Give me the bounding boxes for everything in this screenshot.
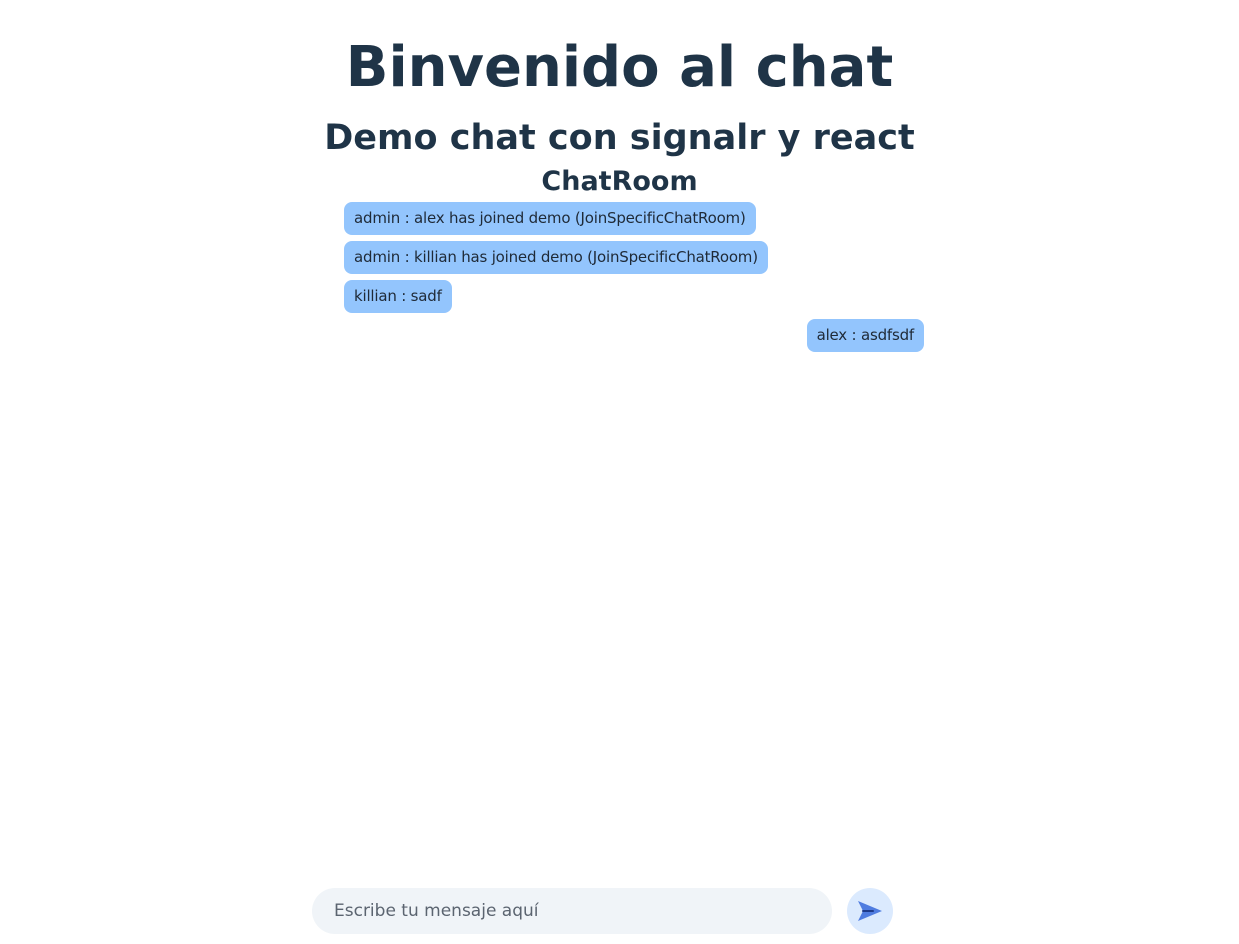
- message-composer: [312, 888, 893, 934]
- message-bubble: admin : alex has joined demo (JoinSpecif…: [344, 202, 756, 235]
- message-bubble: killian : sadf: [344, 280, 452, 313]
- message-bubble: admin : killian has joined demo (JoinSpe…: [344, 241, 768, 274]
- message-row: admin : killian has joined demo (JoinSpe…: [344, 241, 924, 274]
- message-bubble-own: alex : asdfsdf: [806, 319, 924, 352]
- message-row: killian : sadf: [344, 280, 924, 313]
- chat-room-title: ChatRoom: [541, 166, 698, 197]
- message-input[interactable]: [312, 888, 832, 934]
- chat-page: Binvenido al chat Demo chat con signalr …: [0, 0, 1239, 944]
- page-title: Binvenido al chat: [345, 35, 894, 100]
- message-row-own: alex : asdfsdf: [344, 319, 924, 352]
- message-row: admin : alex has joined demo (JoinSpecif…: [344, 202, 924, 235]
- message-list: admin : alex has joined demo (JoinSpecif…: [344, 202, 924, 358]
- send-icon: [858, 901, 882, 921]
- send-button[interactable]: [847, 888, 893, 934]
- page-subtitle: Demo chat con signalr y react: [324, 118, 915, 158]
